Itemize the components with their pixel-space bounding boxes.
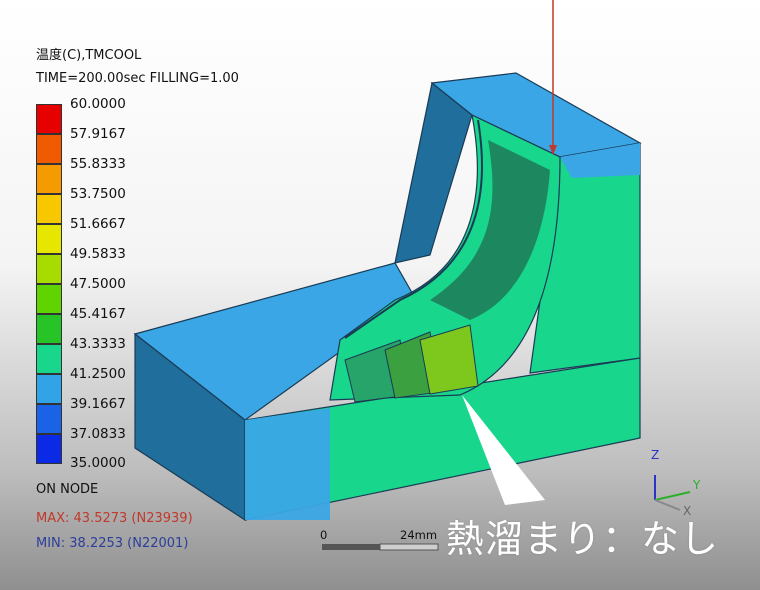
legend-tick-label: 51.6667 <box>70 216 126 232</box>
scale-bar-end-label: 24mm <box>400 528 438 542</box>
legend-tick-label: 60.0000 <box>70 96 126 112</box>
legend-swatch <box>36 434 62 464</box>
mold-model[interactable] <box>0 0 760 590</box>
legend-title: 温度(C),TMCOOL <box>36 48 142 63</box>
legend-min-value: 35.0000 <box>70 455 126 471</box>
legend-swatch <box>36 104 62 134</box>
legend-swatch <box>36 224 62 254</box>
legend-tick-label: 47.5000 <box>70 276 126 292</box>
legend-swatch <box>36 164 62 194</box>
legend-swatch <box>36 134 62 164</box>
triad-y-axis <box>654 491 691 501</box>
legend-swatch <box>36 314 62 344</box>
min-readout: MIN: 38.2253 (N22001) <box>36 536 189 551</box>
legend-swatch <box>36 194 62 224</box>
z-axis-label: Z <box>651 448 660 462</box>
legend-tick-label: 57.9167 <box>70 126 126 142</box>
legend-tick-label: 55.8333 <box>70 156 126 172</box>
wall-left-face <box>394 81 473 264</box>
scale-bar-dark <box>322 544 380 550</box>
legend-tick-label: 53.7500 <box>70 186 126 202</box>
legend-swatch <box>36 254 62 284</box>
legend-subtitle: TIME=200.00sec FILLING=1.00 <box>36 71 239 86</box>
hotspot-annotation: 熱溜まり：なし <box>446 517 720 561</box>
legend-tick-label: 39.1667 <box>70 396 126 412</box>
max-readout: MAX: 43.5273 (N23939) <box>36 511 193 526</box>
legend-swatch <box>36 374 62 404</box>
legend-tick-label: 43.3333 <box>70 336 126 352</box>
legend-swatch <box>36 404 62 434</box>
legend-tick-label: 45.4167 <box>70 306 126 322</box>
scale-bar-light <box>379 543 439 551</box>
model-viewport[interactable]: 温度(C),TMCOOL TIME=200.00sec FILLING=1.00… <box>0 0 760 590</box>
legend-swatch <box>36 284 62 314</box>
legend-tick-label: 49.5833 <box>70 246 126 262</box>
legend-tick-label: 41.2500 <box>70 366 126 382</box>
legend-tick-label: 37.0833 <box>70 426 126 442</box>
legend-swatch <box>36 344 62 374</box>
scale-bar-start-label: 0 <box>320 528 328 542</box>
y-axis-label: Y <box>693 478 701 492</box>
node-mode-label: ON NODE <box>36 482 99 497</box>
front-face-cool-zone <box>245 408 330 520</box>
